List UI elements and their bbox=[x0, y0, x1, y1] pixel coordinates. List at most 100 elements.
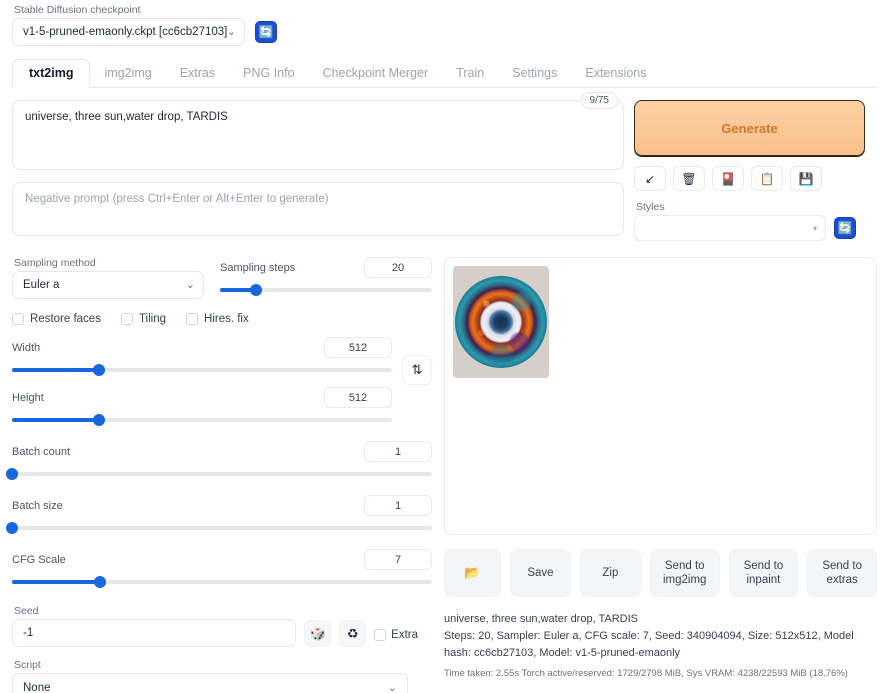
random-seed-button[interactable]: 🎲 bbox=[304, 620, 331, 647]
extra-seed-group: Extra bbox=[374, 629, 432, 641]
apply-style-button[interactable]: 📋 bbox=[751, 166, 783, 191]
settings-panel: Sampling method Euler a ⌄ Sampling steps… bbox=[12, 257, 432, 693]
checkpoint-select[interactable]: v1-5-pruned-emaonly.ckpt [cc6cb27103] ⌄ bbox=[12, 18, 245, 46]
checkpoint-row: Stable Diffusion checkpoint v1-5-pruned-… bbox=[12, 0, 877, 46]
slider-track bbox=[12, 526, 432, 530]
restore-faces-checkbox[interactable] bbox=[12, 313, 24, 325]
height-label: Height bbox=[12, 392, 316, 404]
tab-png-info[interactable]: PNG Info bbox=[229, 60, 308, 87]
slider-thumb[interactable] bbox=[93, 414, 105, 426]
prompt-column: 9/75 universe, three sun,water drop, TAR… bbox=[12, 100, 624, 241]
width-field: Width 512 bbox=[12, 337, 392, 377]
send-to-extras-button[interactable]: Send toextras bbox=[807, 549, 877, 597]
height-slider[interactable] bbox=[12, 413, 392, 427]
slider-thumb[interactable] bbox=[94, 576, 106, 588]
restore-progress-button[interactable]: ↙ bbox=[634, 166, 666, 191]
sampling-method-select[interactable]: Euler a ⌄ bbox=[12, 271, 204, 299]
trash-icon: 🗑 bbox=[681, 172, 696, 186]
styles-field: Styles ▾ bbox=[634, 201, 826, 241]
generation-info: universe, three sun,water drop, TARDIS S… bbox=[444, 611, 877, 682]
prompt-input[interactable]: universe, three sun,water drop, TARDIS bbox=[12, 100, 624, 170]
tab-txt2img[interactable]: txt2img bbox=[12, 59, 90, 88]
batch-size-label: Batch size bbox=[12, 500, 356, 512]
slider-fill bbox=[12, 368, 99, 372]
cfg-scale-label: CFG Scale bbox=[12, 554, 356, 566]
cfg-scale-value[interactable]: 7 bbox=[364, 549, 432, 570]
script-select[interactable]: None ⌄ bbox=[12, 673, 408, 693]
tab-settings[interactable]: Settings bbox=[498, 60, 571, 87]
batch-size-slider[interactable] bbox=[12, 521, 432, 535]
dimensions-row: Width 512 Height 512 bbox=[12, 337, 432, 427]
tiling-label: Tiling bbox=[139, 313, 166, 325]
dimension-sliders: Width 512 Height 512 bbox=[12, 337, 392, 427]
width-value[interactable]: 512 bbox=[324, 337, 392, 358]
refresh-styles-button[interactable]: 🔄 bbox=[834, 217, 856, 239]
restore-faces-label: Restore faces bbox=[30, 313, 101, 325]
tab-train[interactable]: Train bbox=[442, 60, 498, 87]
styles-dropdown[interactable]: ▾ bbox=[634, 215, 826, 241]
sampler-row: Sampling method Euler a ⌄ Sampling steps… bbox=[12, 257, 432, 299]
width-label: Width bbox=[12, 342, 316, 354]
generated-image bbox=[455, 276, 547, 368]
sampling-steps-head: Sampling steps 20 bbox=[220, 257, 432, 278]
reuse-seed-button[interactable]: ♻ bbox=[339, 620, 366, 647]
batch-count-value[interactable]: 1 bbox=[364, 441, 432, 462]
tab-checkpoint-merger[interactable]: Checkpoint Merger bbox=[309, 60, 443, 87]
gallery-thumbnail[interactable] bbox=[453, 266, 549, 378]
seed-input[interactable]: -1 bbox=[12, 619, 296, 647]
output-actions: 📂 Save Zip Send toimg2img Send toinpaint… bbox=[444, 549, 877, 597]
toggles-row: Restore faces Tiling Hires. fix bbox=[12, 313, 432, 325]
checkpoint-value: v1-5-pruned-emaonly.ckpt [cc6cb27103] bbox=[23, 26, 227, 38]
tab-extras[interactable]: Extras bbox=[166, 60, 229, 87]
batch-size-field: Batch size 1 bbox=[12, 495, 432, 535]
height-field: Height 512 bbox=[12, 387, 392, 427]
show-extra-networks-button[interactable]: 🎴 bbox=[712, 166, 744, 191]
sampling-steps-value[interactable]: 20 bbox=[364, 257, 432, 278]
height-value[interactable]: 512 bbox=[324, 387, 392, 408]
sampling-steps-slider[interactable] bbox=[220, 283, 432, 297]
tab-img2img[interactable]: img2img bbox=[90, 60, 165, 87]
negative-prompt-input[interactable]: Negative prompt (press Ctrl+Enter or Alt… bbox=[12, 182, 624, 236]
batch-count-slider[interactable] bbox=[12, 467, 432, 481]
checkpoint-label: Stable Diffusion checkpoint bbox=[12, 4, 245, 16]
slider-thumb[interactable] bbox=[6, 522, 18, 534]
result-gallery[interactable] bbox=[444, 257, 877, 535]
slider-fill bbox=[12, 580, 100, 584]
generate-button[interactable]: Generate bbox=[634, 100, 865, 156]
token-counter: 9/75 bbox=[581, 92, 618, 109]
info-params: Steps: 20, Sampler: Euler a, CFG scale: … bbox=[444, 628, 877, 662]
swap-dimensions-button[interactable]: ⇅ bbox=[402, 355, 432, 385]
tab-extensions[interactable]: Extensions bbox=[571, 60, 660, 87]
styles-row: Styles ▾ 🔄 bbox=[634, 201, 865, 241]
slider-thumb[interactable] bbox=[250, 284, 262, 296]
extra-checkbox[interactable] bbox=[374, 629, 386, 641]
checkpoint-field: Stable Diffusion checkpoint v1-5-pruned-… bbox=[12, 4, 245, 46]
save-button[interactable]: Save bbox=[510, 549, 571, 597]
open-folder-button[interactable]: 📂 bbox=[444, 549, 501, 597]
send-to-inpaint-button[interactable]: Send toinpaint bbox=[729, 549, 799, 597]
clear-prompt-button[interactable]: 🗑 bbox=[673, 166, 705, 191]
main-body: Sampling method Euler a ⌄ Sampling steps… bbox=[12, 257, 877, 693]
refresh-checkpoint-button[interactable]: 🔄 bbox=[255, 21, 277, 43]
send-to-img2img-button[interactable]: Send toimg2img bbox=[650, 549, 720, 597]
slider-thumb[interactable] bbox=[6, 468, 18, 480]
slider-fill bbox=[12, 418, 99, 422]
card-box-icon: 🎴 bbox=[721, 172, 736, 186]
cfg-scale-slider[interactable] bbox=[12, 575, 432, 589]
zip-button[interactable]: Zip bbox=[580, 549, 641, 597]
slider-thumb[interactable] bbox=[93, 364, 105, 376]
save-style-button[interactable]: 💾 bbox=[790, 166, 822, 191]
tiling-checkbox[interactable] bbox=[121, 313, 133, 325]
refresh-icon: 🔄 bbox=[259, 25, 274, 39]
arrow-down-left-icon: ↙ bbox=[645, 172, 655, 186]
chevron-down-icon: ⌄ bbox=[186, 280, 195, 291]
clipboard-icon: 📋 bbox=[760, 172, 775, 186]
width-head: Width 512 bbox=[12, 337, 392, 358]
generate-column: Generate ↙ 🗑 🎴 📋 💾 Styles ▾ 🔄 bbox=[634, 100, 865, 241]
chevron-down-icon: ⌄ bbox=[227, 27, 236, 38]
batch-size-value[interactable]: 1 bbox=[364, 495, 432, 516]
hires-fix-label: Hires. fix bbox=[204, 313, 249, 325]
width-slider[interactable] bbox=[12, 363, 392, 377]
seed-label: Seed bbox=[12, 605, 296, 617]
hires-fix-checkbox[interactable] bbox=[186, 313, 198, 325]
